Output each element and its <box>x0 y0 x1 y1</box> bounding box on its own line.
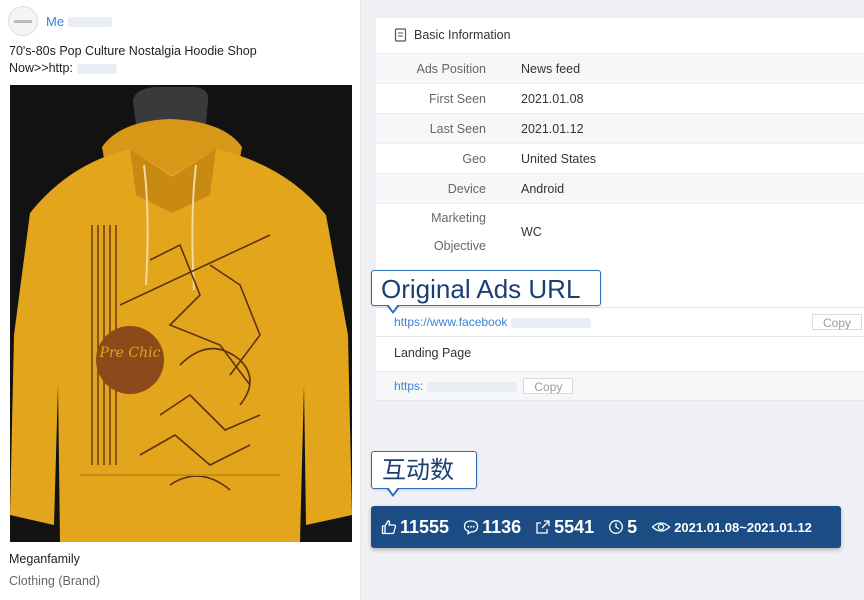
date-range-stat: 2021.01.08~2021.01.12 <box>651 519 812 535</box>
ad-text-line2: Now>>http: <box>9 60 349 77</box>
advertiser-category: Clothing (Brand) <box>9 574 101 588</box>
info-row-last-seen: Last Seen 2021.01.12 <box>376 113 864 143</box>
likes-stat: 11555 <box>381 517 449 538</box>
shares-stat: 5541 <box>535 517 594 538</box>
landing-page-url-link[interactable]: https: <box>394 379 518 393</box>
advertiser-name[interactable]: Meganfamily <box>9 552 80 566</box>
info-table: Ads Position News feed First Seen 2021.0… <box>376 53 864 260</box>
original-url-row: https://www.facebook Copy <box>376 307 864 337</box>
info-row-geo: Geo United States <box>376 143 864 173</box>
copy-landing-url-button[interactable]: Copy <box>523 378 574 394</box>
copy-original-url-button[interactable]: Copy <box>811 314 862 330</box>
info-row-ads-position: Ads Position News feed <box>376 53 864 83</box>
doc-icon <box>394 28 407 42</box>
info-row-first-seen: First Seen 2021.01.08 <box>376 83 864 113</box>
landing-url-row: https: Copy <box>376 371 864 401</box>
ad-copy-text: 70's-80s Pop Culture Nostalgia Hoodie Sh… <box>9 43 349 77</box>
hoodie-illustration: Pre Chic <box>10 85 352 542</box>
engagement-stats-bar: 11555 1136 5541 5 2021.01.08~2021.01.12 <box>371 506 841 548</box>
days-stat: 5 <box>608 517 637 538</box>
original-ads-url-link[interactable]: https://www.facebook <box>394 315 592 329</box>
clock-icon <box>609 520 624 534</box>
page-name-link[interactable]: Me <box>46 14 113 29</box>
ad-image-hoodie[interactable]: Pre Chic <box>10 85 352 542</box>
ad-text-line1: 70's-80s Pop Culture Nostalgia Hoodie Sh… <box>9 44 257 58</box>
ad-header: Me <box>8 6 113 36</box>
comment-icon <box>463 520 479 535</box>
ad-preview-card: Me 70's-80s Pop Culture Nostalgia Hoodie… <box>0 0 361 600</box>
info-row-device: Device Android <box>376 173 864 203</box>
svg-text:Pre Chic: Pre Chic <box>99 345 161 361</box>
share-icon <box>536 520 550 534</box>
landing-page-title: Landing Page <box>394 346 472 360</box>
thumbs-up-icon <box>381 520 397 535</box>
comments-stat: 1136 <box>463 517 521 538</box>
eye-icon <box>651 522 671 532</box>
info-row-marketing-objective: Marketing Objective WC <box>376 203 864 260</box>
blurred-text <box>68 17 113 28</box>
basic-info-panel: Basic Information Ads Position News feed… <box>376 18 864 401</box>
section-title: Basic Information <box>394 28 511 42</box>
avatar[interactable] <box>8 6 38 36</box>
callout-original-ads-url: Original Ads URL <box>371 270 601 314</box>
callout-interactions: 互动数 <box>371 451 477 497</box>
